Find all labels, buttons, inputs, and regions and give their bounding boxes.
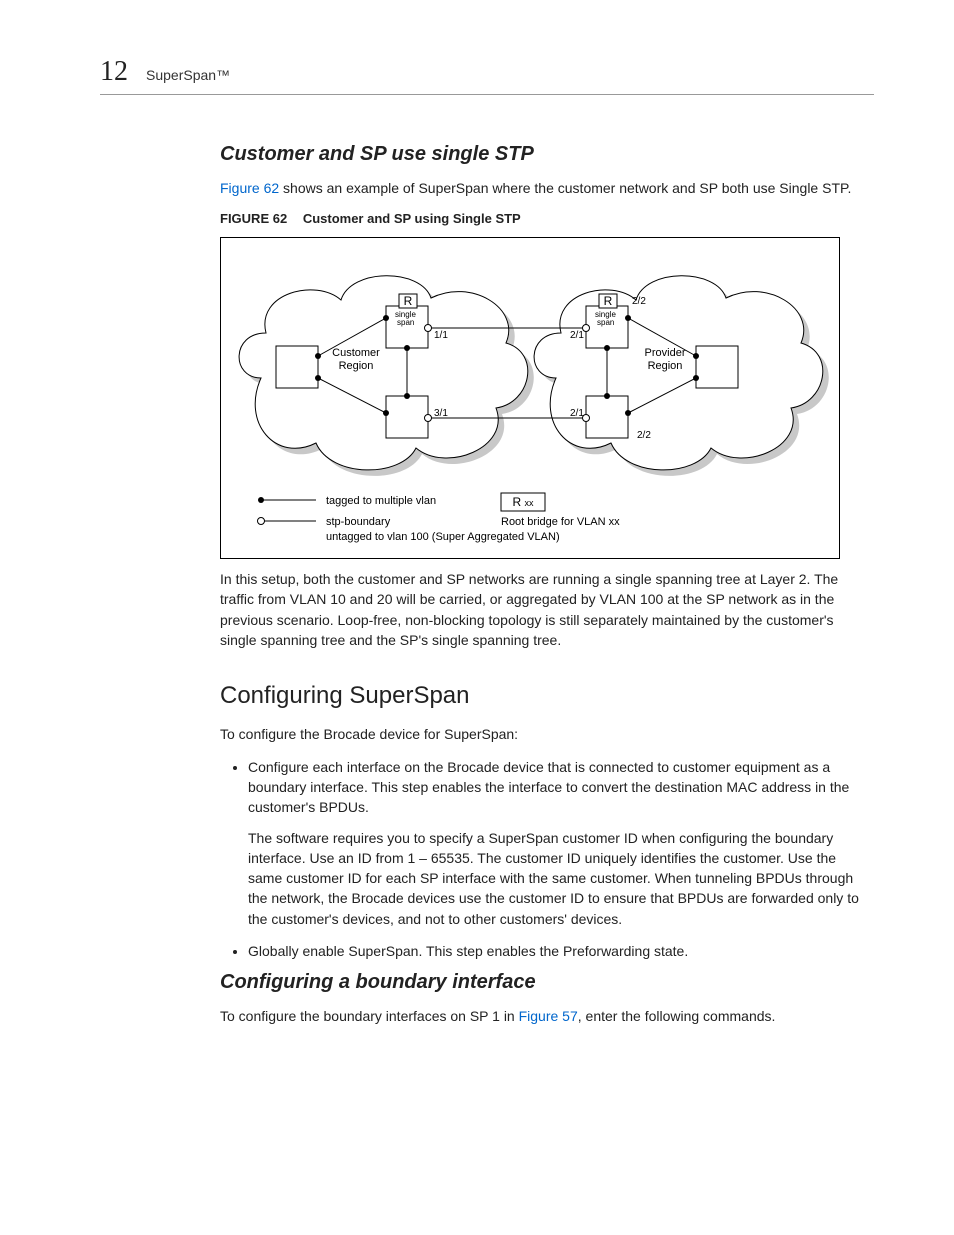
svg-text:stp-boundary: stp-boundary [326, 516, 391, 528]
intro-text: shows an example of SuperSpan where the … [279, 180, 851, 196]
list-item: Globally enable SuperSpan. This step ena… [248, 941, 874, 961]
section2-intro: To configure the Brocade device for Supe… [220, 724, 874, 744]
figure-title: Customer and SP using Single STP [303, 211, 521, 226]
svg-text:R xx: R xx [513, 495, 535, 509]
svg-text:2/2: 2/2 [637, 430, 651, 441]
svg-text:1/1: 1/1 [434, 330, 448, 341]
r-right-label: R [604, 294, 613, 308]
intro-paragraph: Figure 62 shows an example of SuperSpan … [220, 178, 874, 198]
list-item: Configure each interface on the Brocade … [248, 757, 874, 929]
chapter-number: 12 [100, 56, 128, 88]
svg-text:2/2: 2/2 [632, 296, 646, 307]
svg-text:Region: Region [648, 360, 683, 372]
svg-text:2/1: 2/1 [570, 408, 584, 419]
figure-57-link[interactable]: Figure 57 [519, 1008, 578, 1024]
figure-62-diagram: R R single span single span 1/1 2/1 2/2 … [220, 237, 840, 559]
heading-configuring-boundary-interface: Configuring a boundary interface [220, 971, 874, 994]
config-steps-list: Configure each interface on the Brocade … [220, 757, 874, 962]
figure-62-link[interactable]: Figure 62 [220, 180, 279, 196]
heading-customer-sp-single-stp: Customer and SP use single STP [220, 143, 874, 166]
post-figure-paragraph: In this setup, both the customer and SP … [220, 569, 874, 650]
bullet1-continuation: The software requires you to specify a S… [248, 828, 874, 929]
figure-label: FIGURE 62 [220, 211, 287, 226]
running-title: SuperSpan™ [146, 67, 230, 83]
svg-text:3/1: 3/1 [434, 408, 448, 419]
svg-text:span: span [397, 318, 414, 327]
figure-caption: FIGURE 62 Customer and SP using Single S… [220, 210, 874, 229]
heading-configuring-superspan: Configuring SuperSpan [220, 682, 874, 710]
svg-text:Customer: Customer [332, 347, 380, 359]
svg-text:untagged to vlan 100 (Super Ag: untagged to vlan 100 (Super Aggregated V… [326, 531, 560, 543]
svg-text:Root bridge for VLAN xx: Root bridge for VLAN xx [501, 516, 620, 528]
section3-intro: To configure the boundary interfaces on … [220, 1006, 874, 1026]
section3-intro-after: , enter the following commands. [578, 1008, 776, 1024]
svg-text:Region: Region [339, 360, 374, 372]
svg-text:tagged to multiple vlan: tagged to multiple vlan [326, 495, 436, 507]
running-head: 12 SuperSpan™ [100, 56, 874, 95]
svg-text:2/1: 2/1 [570, 330, 584, 341]
section3-intro-before: To configure the boundary interfaces on … [220, 1008, 519, 1024]
svg-text:span: span [597, 318, 614, 327]
bullet1-text: Configure each interface on the Brocade … [248, 759, 849, 816]
svg-text:Provider: Provider [645, 347, 686, 359]
r-left-label: R [404, 294, 413, 308]
